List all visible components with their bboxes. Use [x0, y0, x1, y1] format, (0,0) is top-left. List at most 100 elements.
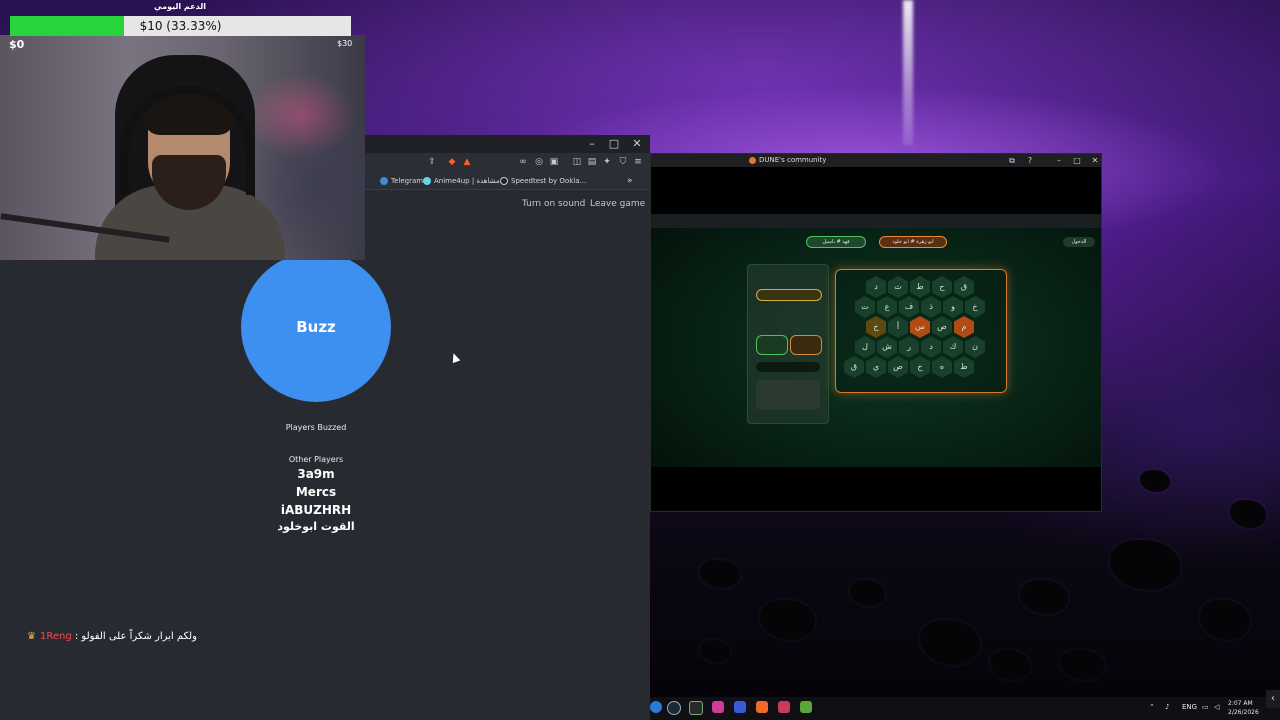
team-right-pill: ابو زهرة # ابو خلود [879, 236, 947, 248]
mic-icon[interactable]: ♪ [1165, 703, 1169, 711]
hex-cell[interactable]: ط [910, 276, 930, 298]
donation-max: $30 [337, 39, 353, 48]
app-pink-icon[interactable] [712, 701, 724, 713]
extensions-icon[interactable]: ✦ [602, 157, 612, 167]
player-name: iABUZHRH [280, 503, 352, 517]
hex-cell[interactable]: م [954, 316, 974, 338]
crown-icon: ♛ [27, 631, 36, 642]
hex-cell[interactable]: ح [932, 276, 952, 298]
telegram-icon [380, 177, 388, 185]
hex-cell[interactable]: ث [888, 276, 908, 298]
brave-shield-icon[interactable]: ◆ [447, 157, 457, 167]
hex-cell[interactable]: خ [965, 296, 985, 318]
chat-text: ولكم ابرار شكراً على الفولو [81, 631, 197, 642]
chat-separator: : [71, 631, 82, 642]
sidebar-icon[interactable]: ◫ [572, 157, 582, 167]
hex-cell[interactable]: ف [899, 296, 919, 318]
hex-cell[interactable]: ع [877, 296, 897, 318]
turn-on-sound-link[interactable]: Turn on sound [522, 199, 585, 209]
hex-cell[interactable]: و [943, 296, 963, 318]
screenshot-icon[interactable]: ▣ [549, 157, 559, 167]
bookmark-telegram[interactable]: Telegram [380, 174, 423, 188]
donation-title: الدعم اليومي [154, 2, 206, 11]
hex-cell[interactable]: ك [943, 336, 963, 358]
stream-browser-bar [651, 214, 1101, 228]
brave-icon[interactable] [756, 701, 768, 713]
language-indicator[interactable]: ENG [1182, 703, 1197, 711]
other-players-heading: Other Players [288, 455, 344, 464]
xbox-icon[interactable] [689, 701, 703, 715]
buzz-button[interactable]: Buzz [241, 252, 391, 402]
hex-cell[interactable]: ص [888, 356, 908, 378]
hex-cell[interactable]: خ [910, 356, 930, 378]
hex-cell[interactable]: س [910, 316, 930, 338]
bookmarks-overflow[interactable]: » [627, 174, 633, 188]
app-green-icon[interactable] [800, 701, 812, 713]
hex-cell[interactable]: ق [844, 356, 864, 378]
shield-icon[interactable]: ⛉ [618, 157, 628, 167]
rewards-icon[interactable]: ▲ [462, 157, 472, 167]
share-icon[interactable]: ⇪ [427, 157, 437, 167]
chevron-left-icon[interactable]: ‹ [1266, 690, 1280, 708]
hex-cell[interactable]: ش [877, 336, 897, 358]
clock-time[interactable]: 2:07 AM [1228, 700, 1253, 707]
browser-toolbar: ⇪ ◆ ▲ ∞ ◎ ▣ ◫ ▤ ✦ ⛉ ≡ [365, 153, 650, 173]
players-buzzed-heading: Players Buzzed [285, 423, 347, 432]
player-name: 3a9m [297, 467, 335, 481]
hex-cell[interactable]: ر [899, 336, 919, 358]
app-blue-icon[interactable] [734, 701, 746, 713]
discord-titlebar: DUNE's community ⧉ ? – □ ✕ [651, 154, 1101, 167]
help-icon[interactable]: ? [1019, 154, 1041, 167]
stream-view: الدخول فهد # باسيل ابو زهرة # ابو خلود ق… [651, 214, 1101, 467]
hex-cell[interactable]: خ [866, 316, 886, 338]
hex-cell[interactable]: ق [954, 276, 974, 298]
webcam-feed [0, 35, 365, 260]
leave-game-link[interactable]: Leave game [590, 199, 645, 209]
hex-cell[interactable]: ص [932, 316, 952, 338]
donation-progress-label: $10 (33.33%) [139, 19, 222, 33]
stream-side-panel [747, 264, 829, 424]
hex-cell[interactable]: ت [855, 296, 875, 318]
taskbar: ⌃ ♪ ENG ▭ ◁ [650, 697, 1280, 720]
hex-cell[interactable]: ن [965, 336, 985, 358]
panel-letters [756, 362, 820, 372]
light-beam [903, 0, 913, 145]
close-button[interactable]: ✕ [626, 135, 648, 153]
chat-message: ♛ 1Reng : ولكم ابرار شكراً على الفولو [27, 631, 197, 642]
chat-username: 1Reng [39, 631, 72, 642]
hex-cell[interactable]: د [921, 336, 941, 358]
stream-back-button[interactable]: الدخول [1063, 237, 1095, 247]
donation-min: $0 [9, 38, 25, 51]
panel-team-right [790, 335, 822, 355]
bookmark-label: Speedtest by Ookla... [511, 177, 587, 185]
hex-cell[interactable]: ه [932, 356, 952, 378]
steam-icon[interactable] [667, 701, 681, 715]
volume-icon[interactable]: ◁ [1214, 703, 1219, 711]
tray-overflow-icon[interactable]: ⌃ [1149, 703, 1155, 711]
clock-date[interactable]: 2/26/2026 [1228, 709, 1259, 716]
hex-cell[interactable]: أ [888, 316, 908, 338]
wallet-icon[interactable]: ▤ [587, 157, 597, 167]
bookmark-label: Anime4up | مشاهدة... [434, 177, 506, 185]
app-red-icon[interactable] [778, 701, 790, 713]
hex-cell[interactable]: د [866, 276, 886, 298]
maximize-button[interactable]: □ [603, 135, 625, 153]
server-icon [749, 157, 756, 164]
hex-cell[interactable]: ذ [921, 296, 941, 318]
network-icon[interactable]: ▭ [1202, 703, 1209, 711]
close-button[interactable]: ✕ [1084, 154, 1106, 167]
chat-icon[interactable]: ◎ [534, 157, 544, 167]
menu-icon[interactable]: ≡ [633, 157, 643, 167]
minimize-button[interactable]: – [581, 135, 603, 153]
hex-cell[interactable]: ي [866, 356, 886, 378]
vpn-icon[interactable]: ∞ [518, 157, 528, 167]
hex-cell[interactable]: ل [855, 336, 875, 358]
letter-hex-board: قحطثدخوذفعتمصسأخنكدرشلطهخصيق [835, 269, 1007, 393]
player-name: القوت ابوخلود [277, 520, 355, 533]
hex-cell[interactable]: ط [954, 356, 974, 378]
discord-title: DUNE's community [759, 156, 827, 164]
bookmark-anime4up[interactable]: Anime4up | مشاهدة... [423, 174, 506, 188]
edge-icon[interactable] [650, 701, 662, 713]
panel-log [756, 380, 820, 410]
bookmark-speedtest[interactable]: Speedtest by Ookla... [500, 174, 586, 188]
